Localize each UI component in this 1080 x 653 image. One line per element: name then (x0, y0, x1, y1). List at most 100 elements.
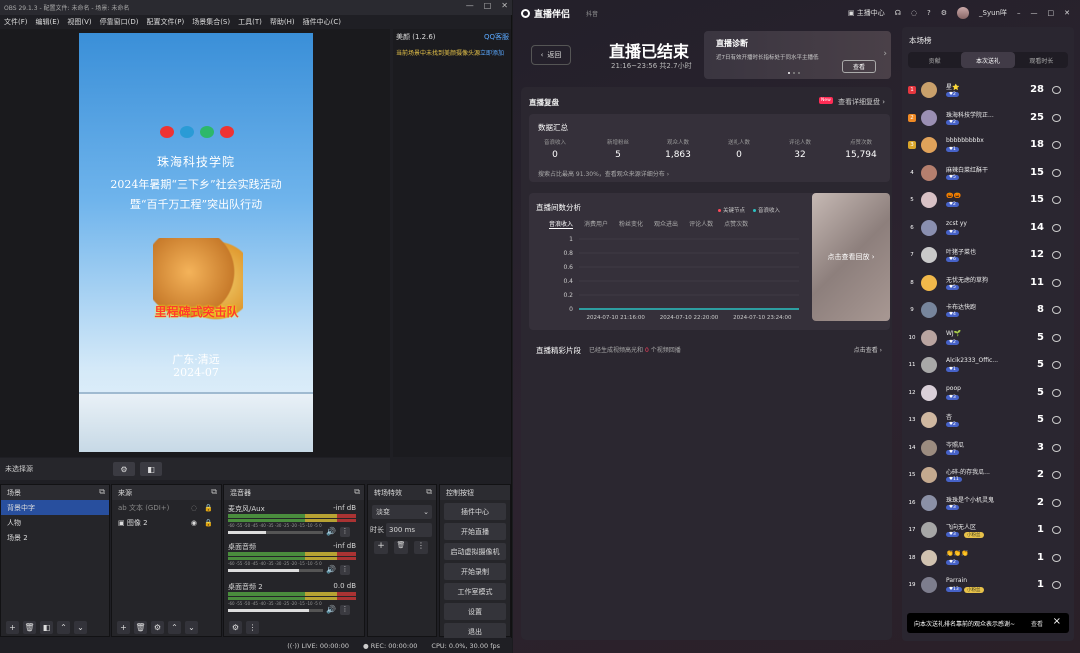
message-icon[interactable] (1052, 223, 1061, 232)
tab-likes[interactable]: 点赞次数 (724, 219, 748, 229)
message-icon[interactable] (1052, 333, 1061, 342)
menu-docks[interactable]: 停靠窗口(D) (100, 17, 139, 27)
float-icon[interactable]: ⧉ (354, 487, 360, 497)
tab-income[interactable]: 音浪收入 (549, 219, 574, 229)
rank-row[interactable]: 6 zcst yy ♥3 14 (902, 215, 1074, 242)
tab-audience[interactable]: 观众进出 (654, 219, 678, 229)
float-icon[interactable]: ⧉ (211, 487, 217, 497)
settings-gear-icon[interactable]: ⚙ (941, 9, 947, 17)
avatar[interactable] (921, 549, 937, 566)
rank-row[interactable]: 14 岑照瓜 ♥7 3 (902, 435, 1074, 462)
carousel-dot[interactable] (788, 72, 790, 74)
username[interactable]: _Syun咩 (979, 8, 1007, 18)
filters-icon[interactable]: ◧ (140, 462, 162, 476)
avatar[interactable] (921, 357, 937, 373)
move-down-icon[interactable]: ⌄ (185, 620, 198, 634)
audience-source-link[interactable]: 搜索占比最高 91.30%，查看观众来源详细分布 › (538, 169, 669, 178)
rank-row[interactable]: 9 卡布达快跑 ♥4 8 (902, 297, 1074, 324)
scene-item[interactable]: 场景 2 (1, 530, 109, 545)
audio-settings-gear-icon[interactable]: ⚙ (229, 620, 242, 634)
transition-menu-icon[interactable]: ⋮ (414, 541, 428, 554)
channel-menu-icon[interactable]: ⋮ (340, 605, 350, 615)
speaker-icon[interactable]: 🔊 (326, 527, 336, 536)
avatar[interactable] (921, 494, 937, 511)
close-icon[interactable]: ✕ (1064, 9, 1070, 17)
mixer-menu-icon[interactable]: ⋮ (246, 620, 259, 634)
close-icon[interactable]: ✕ (501, 1, 508, 10)
avatar[interactable] (921, 467, 937, 483)
tab-comments[interactable]: 评论人数 (689, 219, 713, 229)
volume-slider[interactable] (228, 569, 323, 572)
menu-plugin-center[interactable]: 插件中心(C) (303, 17, 341, 27)
properties-gear-icon[interactable]: ⚙ (113, 462, 135, 476)
speaker-icon[interactable]: 🔊 (326, 605, 336, 614)
qq-service-link[interactable]: QQ客服 (484, 32, 509, 42)
tab-contribution[interactable]: 贡献 (908, 52, 961, 68)
avatar[interactable] (921, 439, 937, 456)
delete-icon[interactable]: 🗑 (23, 620, 36, 634)
speaker-icon[interactable]: 🔊 (326, 565, 336, 574)
rank-row[interactable]: 16 珠珠是个小机灵鬼 ♥3 2 (902, 490, 1074, 517)
channel-menu-icon[interactable]: ⋮ (340, 527, 350, 537)
rank-row[interactable]: 13 杏 ♥2 5 (902, 407, 1074, 434)
duration-input[interactable]: 300 ms (386, 523, 432, 537)
rank-row[interactable]: 11 Alcik2333_Offic... ♥1 5 (902, 352, 1074, 379)
menu-help[interactable]: 帮助(H) (270, 17, 295, 27)
menu-file[interactable]: 文件(F) (4, 17, 28, 27)
tab-paying-users[interactable]: 消费用户 (584, 219, 608, 229)
scene-item[interactable]: 人物 (1, 515, 109, 530)
message-icon[interactable] (1052, 251, 1061, 259)
window-menu-icon[interactable]: – (1017, 9, 1021, 17)
maximize-icon[interactable]: □ (484, 1, 492, 10)
menu-profile[interactable]: 配置文件(P) (147, 17, 185, 27)
scene-item[interactable]: 背景中字 (1, 500, 109, 515)
message-icon[interactable] (1052, 306, 1061, 314)
source-item[interactable]: ab 文本 (GDI+) ◌ 🔒 (112, 500, 221, 515)
tab-gifts[interactable]: 本次送礼 (961, 52, 1015, 68)
virtual-camera-button[interactable]: 启动虚拟摄像机 (444, 543, 506, 560)
toast-view-button[interactable]: 查看 (1031, 619, 1043, 628)
back-button[interactable]: ‹ 返回 (531, 45, 571, 65)
carousel-dot[interactable] (798, 72, 800, 74)
carousel-dots[interactable] (788, 72, 800, 74)
studio-mode-button[interactable]: 工作室模式 (444, 583, 506, 600)
message-icon[interactable] (1052, 581, 1061, 589)
settings-button[interactable]: 设置 (444, 603, 506, 620)
maximize-icon[interactable]: □ (1048, 9, 1055, 17)
avatar[interactable] (921, 384, 937, 401)
menu-view[interactable]: 视图(V) (67, 17, 91, 27)
message-icon[interactable]: ◌ (911, 9, 917, 17)
rank-row[interactable]: 3 bbbbbbbbbx ♥1 18 (902, 132, 1074, 159)
tab-watch-time[interactable]: 观看时长 (1015, 52, 1068, 68)
volume-slider[interactable] (228, 609, 323, 612)
tab-fans[interactable]: 粉丝变化 (619, 219, 643, 229)
avatar[interactable] (921, 192, 937, 208)
close-icon[interactable]: × (1053, 616, 1061, 627)
move-up-icon[interactable]: ⌃ (168, 620, 181, 634)
message-icon[interactable] (1052, 553, 1061, 562)
rank-row[interactable]: 10 WJ🌱 ♥2 5 (902, 325, 1074, 352)
message-icon[interactable] (1052, 498, 1061, 507)
menu-tools[interactable]: 工具(T) (238, 17, 262, 27)
headset-icon[interactable]: ☊ (895, 9, 901, 17)
minimize-icon[interactable]: — (1031, 9, 1038, 17)
avatar[interactable] (957, 7, 970, 19)
menu-edit[interactable]: 编辑(E) (36, 17, 60, 27)
message-icon[interactable] (1052, 86, 1061, 94)
delete-icon[interactable]: 🗑 (134, 620, 147, 634)
add-camera-link[interactable]: 立即添加 (480, 50, 504, 57)
diagnosis-view-button[interactable]: 查看 (842, 60, 876, 73)
message-icon[interactable] (1052, 471, 1061, 479)
avatar[interactable] (921, 247, 937, 263)
rank-row[interactable]: 12 poop ♥3 5 (902, 380, 1074, 407)
float-icon[interactable]: ⧉ (99, 487, 105, 497)
start-streaming-button[interactable]: 开始直播 (444, 523, 506, 540)
transition-select[interactable]: 淡变 ⌄ (372, 505, 432, 519)
rank-row[interactable]: 5 🎃🎃 ♥2 15 (902, 187, 1074, 214)
filter-icon[interactable]: ◧ (40, 620, 53, 634)
eye-hidden-icon[interactable]: ◌ (191, 504, 197, 512)
anchor-center-link[interactable]: ▣ 主播中心 (848, 8, 885, 18)
rank-row[interactable]: 17 飞向无人区 ♥3 小粉丝 1 (902, 517, 1074, 544)
minimize-icon[interactable]: — (466, 1, 474, 10)
message-icon[interactable] (1052, 526, 1061, 534)
